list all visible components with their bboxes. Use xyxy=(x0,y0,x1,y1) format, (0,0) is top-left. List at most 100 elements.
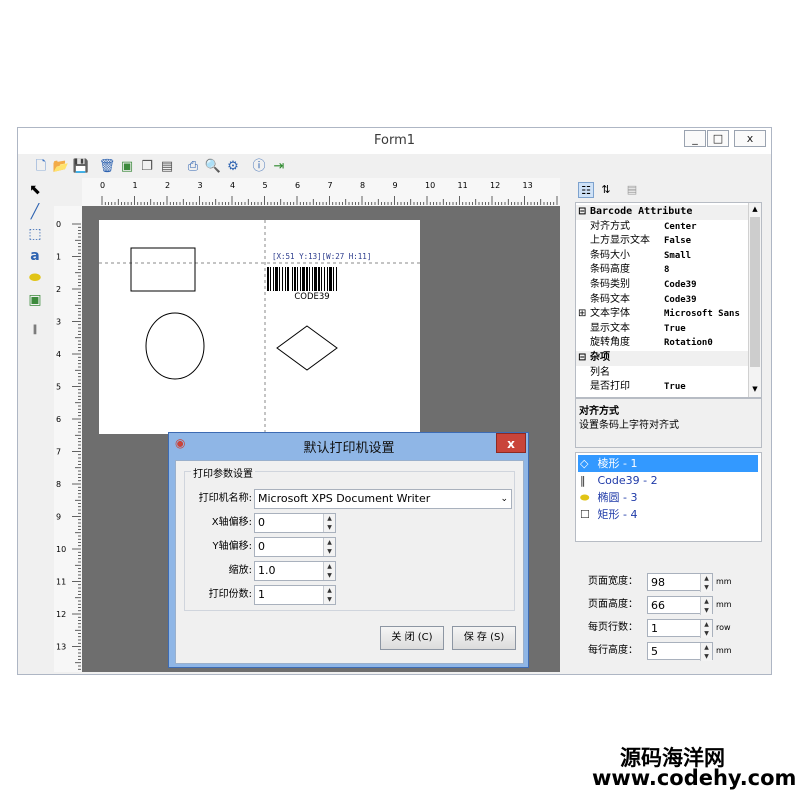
copies-input[interactable]: 1 ▲ ▼ xyxy=(254,585,336,605)
ruler-label: 3 xyxy=(56,318,61,327)
text-icon[interactable]: a xyxy=(24,246,46,266)
label-paper[interactable]: [X:51 Y:13][W:27 H:11] CODE39 xyxy=(99,220,420,434)
rectangle-shape[interactable] xyxy=(130,247,196,292)
spin-arrows-icon[interactable]: ▲ ▼ xyxy=(323,538,335,556)
print-preview-icon[interactable]: ⎙ xyxy=(184,158,202,176)
propgrid-scrollbar[interactable]: ▲ ▼ xyxy=(748,203,761,397)
line-icon[interactable]: ╱ xyxy=(24,202,46,222)
spin-arrows-icon[interactable]: ▲ ▼ xyxy=(323,562,335,580)
property-row[interactable]: 上方显示文本 False xyxy=(576,234,748,249)
printer-select[interactable]: Microsoft XPS Document Writer ⌄ xyxy=(254,489,512,509)
x-offset-input[interactable]: 0 ▲ ▼ xyxy=(254,513,336,533)
property-row[interactable]: 列名 xyxy=(576,366,748,381)
property-row[interactable]: 旋转角度 Rotation0 xyxy=(576,336,748,351)
dialog-close-button[interactable]: x xyxy=(496,433,526,453)
property-row[interactable]: 条码文本 Code39 xyxy=(576,293,748,308)
barcode-bar xyxy=(267,267,269,291)
scroll-down-icon[interactable]: ▼ xyxy=(749,383,761,395)
group-title: 打印参数设置 xyxy=(191,465,255,480)
object-list[interactable]: ◇ 棱形 - 1 ‖ Code39 - 2 ⬬ 椭圆 - 3 ☐ 矩形 - 4 xyxy=(575,452,762,542)
property-value[interactable]: Small xyxy=(664,249,748,264)
ellipse-icon[interactable]: ⬬ xyxy=(24,268,46,288)
spin-arrows-icon[interactable]: ▲ ▼ xyxy=(323,514,335,532)
property-value[interactable]: Code39 xyxy=(664,278,748,293)
property-value[interactable]: False xyxy=(664,234,748,249)
ruler-label: 5 xyxy=(263,181,268,190)
chevron-down-icon: ⌄ xyxy=(500,494,508,504)
ruler-label: 9 xyxy=(393,181,398,190)
property-value[interactable]: True xyxy=(664,380,748,395)
ruler-label: 11 xyxy=(458,181,468,190)
rectangle-icon[interactable]: ⬚ xyxy=(24,224,46,244)
property-category[interactable]: ⊟ Barcode Attribute xyxy=(576,205,748,220)
ruler-label: 6 xyxy=(295,181,300,190)
property-value[interactable]: Microsoft Sans xyxy=(664,307,748,322)
ellipse-shape[interactable] xyxy=(145,312,205,380)
category-name: Barcode Attribute xyxy=(590,206,693,217)
spin-arrows-icon[interactable]: ▲ ▼ xyxy=(700,620,712,638)
spin-arrows-icon[interactable]: ▲ ▼ xyxy=(700,597,712,615)
image-icon[interactable]: ▣ xyxy=(24,290,46,310)
object-item-barcode[interactable]: ‖ Code39 - 2 xyxy=(578,472,758,489)
property-value[interactable]: Center xyxy=(664,220,748,235)
property-row[interactable]: 条码类别 Code39 xyxy=(576,278,748,293)
scroll-thumb[interactable] xyxy=(750,217,760,367)
spin-arrows-icon[interactable]: ▲ ▼ xyxy=(700,574,712,592)
property-row[interactable]: 对齐方式 Center xyxy=(576,220,748,235)
property-row[interactable]: ⊞ 文本字体 Microsoft Sans xyxy=(576,307,748,322)
property-grid[interactable]: ☷ ⇅ ▤ ⊟ Barcode Attribute 对齐方式 Center 上方显示文本… xyxy=(575,179,763,398)
select-arrow-icon[interactable]: ⬉ xyxy=(24,180,46,200)
barcode-bar xyxy=(294,267,296,291)
page-height-value: 66 xyxy=(651,599,665,612)
sort-alpha-icon[interactable]: ⇅ xyxy=(598,182,614,198)
rows-per-page-input[interactable]: 1 ▲ ▼ xyxy=(647,619,713,638)
scale-input[interactable]: 1.0 ▲ ▼ xyxy=(254,561,336,581)
delete-icon[interactable]: 🗑 xyxy=(98,158,116,176)
barcode-bars[interactable] xyxy=(267,267,337,291)
property-value[interactable]: 8 xyxy=(664,263,748,278)
row-height-input[interactable]: 5 ▲ ▼ xyxy=(647,642,713,661)
diamond-shape[interactable] xyxy=(276,325,338,371)
object-item-ellipse[interactable]: ⬬ 椭圆 - 3 xyxy=(578,489,758,506)
property-row[interactable]: 显示文本 True xyxy=(576,322,748,337)
minimize-button[interactable]: _ xyxy=(684,130,706,147)
object-item-diamond[interactable]: ◇ 棱形 - 1 xyxy=(578,455,758,472)
new-icon[interactable]: 🗋 xyxy=(32,158,50,176)
property-row[interactable]: 条码大小 Small xyxy=(576,249,748,264)
watermark-url: www.codehy.com xyxy=(592,766,797,790)
save-icon[interactable]: 💾 xyxy=(72,158,90,176)
property-value[interactable]: True xyxy=(664,322,748,337)
settings-icon[interactable]: ⚙ xyxy=(224,158,242,176)
page-width-input[interactable]: 98 ▲ ▼ xyxy=(647,573,713,592)
category-name: 杂项 xyxy=(590,352,610,363)
copy-icon[interactable]: ❐ xyxy=(138,158,156,176)
property-category[interactable]: ⊟ 杂项 xyxy=(576,351,748,366)
property-row[interactable]: 是否打印 True xyxy=(576,380,748,395)
page-height-input[interactable]: 66 ▲ ▼ xyxy=(647,596,713,615)
maximize-button[interactable]: □ xyxy=(707,130,729,147)
save-settings-button[interactable]: 保 存 (S) xyxy=(452,626,516,650)
expand-icon[interactable]: ⊞ xyxy=(578,307,586,322)
info-icon[interactable]: ⓘ xyxy=(250,158,268,176)
categorized-icon[interactable]: ☷ xyxy=(578,182,594,198)
property-pages-icon[interactable]: ▤ xyxy=(624,182,640,198)
layout-icon[interactable]: ▤ xyxy=(158,158,176,176)
close-button[interactable]: x xyxy=(734,130,766,147)
property-value[interactable]: Code39 xyxy=(664,293,748,308)
property-row[interactable]: 条码高度 8 xyxy=(576,263,748,278)
scroll-up-icon[interactable]: ▲ xyxy=(749,203,761,215)
barcode-icon[interactable]: ‖ xyxy=(24,320,46,340)
spin-arrows-icon[interactable]: ▲ ▼ xyxy=(323,586,335,604)
dialog-body: 打印参数设置 打印机名称: Microsoft XPS Document Wri… xyxy=(175,460,524,664)
image-icon[interactable]: ▣ xyxy=(118,158,136,176)
zoom-icon[interactable]: 🔍 xyxy=(204,158,222,176)
property-value[interactable]: Rotation0 xyxy=(664,336,748,351)
object-item-label: 椭圆 - 3 xyxy=(597,491,638,504)
close-dialog-button[interactable]: 关 闭 (C) xyxy=(380,626,444,650)
open-icon[interactable]: 📂 xyxy=(52,158,70,176)
barcode-bar xyxy=(333,267,334,291)
object-item-rectangle[interactable]: ☐ 矩形 - 4 xyxy=(578,506,758,523)
y-offset-input[interactable]: 0 ▲ ▼ xyxy=(254,537,336,557)
spin-arrows-icon[interactable]: ▲ ▼ xyxy=(700,643,712,661)
exit-icon[interactable]: ⇥ xyxy=(270,158,288,176)
